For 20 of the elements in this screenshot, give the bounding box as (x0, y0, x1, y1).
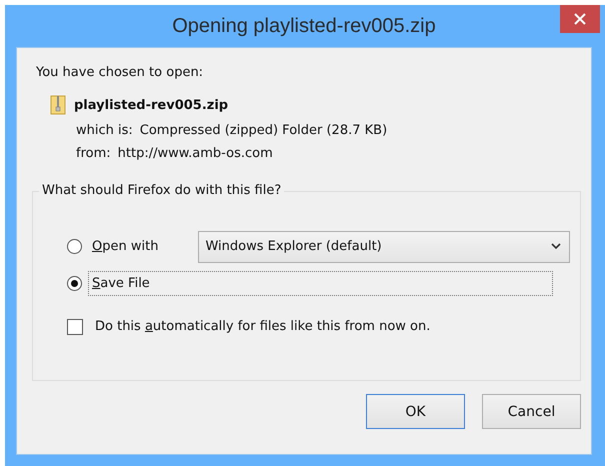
checkbox-label[interactable]: Do this automatically for files like this from now on. (91, 314, 434, 339)
chevron-down-icon (551, 243, 562, 250)
radio-label[interactable]: Save File (88, 271, 553, 296)
dialog-button[interactable]: Cancel (482, 394, 581, 429)
zip-folder-icon (50, 95, 66, 115)
radio-button[interactable] (67, 239, 82, 254)
close-icon (574, 13, 586, 25)
checkbox[interactable] (67, 318, 83, 334)
detail-value: Compressed (zipped) Folder (28.7 KB) (140, 123, 388, 138)
radio-label[interactable]: Open with (88, 234, 162, 259)
close-button[interactable] (560, 5, 600, 33)
intro-text: You have chosen to open: (36, 65, 204, 80)
dialog-button[interactable]: OK (366, 394, 465, 429)
radio-button[interactable] (67, 276, 82, 291)
detail-value: http://www.amb-os.com (118, 146, 273, 161)
detail-label: which is: (76, 123, 133, 138)
file-name: playlisted-rev005.zip (74, 98, 228, 112)
application-dropdown[interactable]: Windows Explorer (default) (198, 230, 570, 262)
window-title: Opening playlisted-rev005.zip (172, 14, 436, 38)
detail-label: from: (76, 146, 111, 161)
